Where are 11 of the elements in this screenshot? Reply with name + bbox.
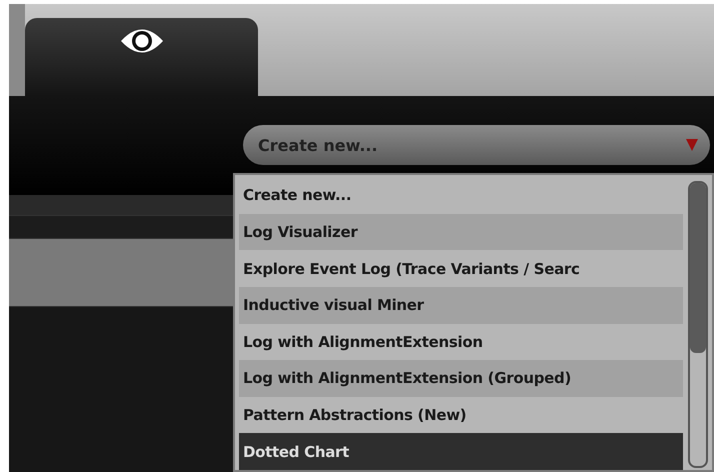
menu-item[interactable]: Log Visualizer xyxy=(239,214,683,250)
menu-item[interactable]: Inductive visual Miner xyxy=(239,286,683,324)
menu-item[interactable]: Pattern Abstractions (New) xyxy=(239,396,683,434)
menu-item[interactable]: Log with AlignmentExtension (Grouped) xyxy=(239,360,683,397)
view-tab[interactable] xyxy=(25,18,258,96)
caret-icon xyxy=(686,139,698,151)
menu-item[interactable]: Create new... xyxy=(239,177,683,214)
menu-item[interactable]: Explore Event Log (Trace Variants / Searc xyxy=(239,250,683,287)
menu-item[interactable]: Dotted Chart xyxy=(239,433,683,470)
scrollbar[interactable] xyxy=(688,181,708,468)
menu-item[interactable]: Log with AlignmentExtension xyxy=(239,324,683,360)
